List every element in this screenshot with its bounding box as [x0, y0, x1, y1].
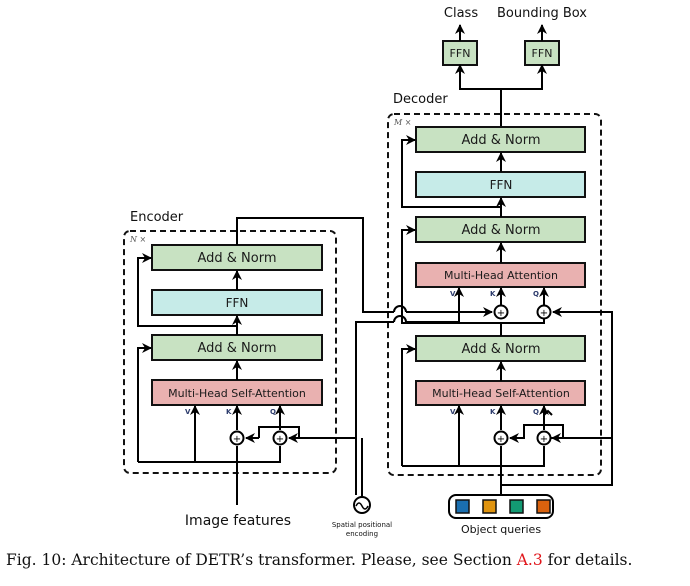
svg-text:Multi-Head Attention: Multi-Head Attention	[444, 269, 558, 282]
object-query-square	[509, 499, 524, 514]
decoder-cross-v-label: V	[450, 290, 456, 298]
decoder-cross-k-label: K	[490, 290, 496, 298]
object-queries-label: Object queries	[461, 523, 541, 536]
spatial-encoding-label-2: encoding	[346, 530, 378, 538]
encoder-title: Encoder	[130, 210, 184, 225]
decoder-repeat-label: M ×	[393, 118, 411, 127]
encoder-low-add-norm: Add & Norm	[151, 334, 323, 361]
decoder-self-q-adder: +	[536, 430, 552, 446]
svg-text:+: +	[540, 434, 548, 445]
svg-text:Add & Norm: Add & Norm	[461, 342, 540, 357]
decoder-self-v-label: V	[450, 408, 456, 416]
svg-text:Add & Norm: Add & Norm	[461, 223, 540, 238]
svg-text:FFN: FFN	[226, 296, 249, 310]
svg-text:Add & Norm: Add & Norm	[197, 341, 276, 356]
class-ffn-label: FFN	[450, 47, 471, 60]
svg-text:+: +	[233, 434, 241, 445]
encoder-q-label: Q	[270, 408, 276, 416]
decoder-self-q-label: Q	[533, 408, 539, 416]
caption-suffix: for details.	[542, 551, 633, 569]
svg-text:FFN: FFN	[490, 178, 513, 192]
encoder-k-label: K	[226, 408, 232, 416]
svg-text:+: +	[276, 434, 284, 445]
decoder-cross-q-adder: +	[536, 304, 552, 320]
svg-text:+: +	[540, 308, 548, 319]
decoder-top-add-norm: Add & Norm	[415, 126, 586, 153]
encoder-q-adder: +	[272, 430, 288, 446]
decoder-cross-k-adder: +	[493, 304, 509, 320]
svg-text:Add & Norm: Add & Norm	[197, 251, 276, 266]
decoder-cross-attention: Multi-Head Attention	[415, 262, 586, 288]
encoder-v-label: V	[185, 408, 191, 416]
figure-caption: Fig. 10: Architecture of DETR’s transfor…	[6, 551, 632, 569]
svg-text:Multi-Head Self-Attention: Multi-Head Self-Attention	[168, 387, 306, 400]
object-query-square	[536, 499, 551, 514]
object-query-square	[482, 499, 497, 514]
spatial-encoding-label-1: Spatial positional	[332, 521, 392, 529]
object-query-square	[455, 499, 470, 514]
spatial-encoding-icon	[353, 496, 371, 514]
decoder-low-add-norm: Add & Norm	[415, 335, 586, 362]
decoder-self-k-adder: +	[493, 430, 509, 446]
encoder-self-attention: Multi-Head Self-Attention	[151, 379, 323, 406]
bbox-output-label: Bounding Box	[497, 6, 587, 21]
svg-text:+: +	[497, 434, 505, 445]
class-ffn-block: FFN	[442, 40, 478, 66]
encoder-ffn: FFN	[151, 289, 323, 316]
svg-text:Multi-Head Self-Attention: Multi-Head Self-Attention	[432, 387, 570, 400]
encoder-k-adder: +	[229, 430, 245, 446]
decoder-cross-q-label: Q	[533, 290, 539, 298]
bbox-ffn-block: FFN	[524, 40, 560, 66]
svg-text:Add & Norm: Add & Norm	[461, 133, 540, 148]
caption-prefix: Fig. 10: Architecture of DETR’s transfor…	[6, 551, 517, 569]
object-queries-container	[448, 494, 554, 519]
decoder-self-attention: Multi-Head Self-Attention	[415, 380, 586, 406]
encoder-repeat-label: N ×	[129, 235, 146, 244]
class-output-label: Class	[444, 6, 478, 21]
decoder-self-k-label: K	[490, 408, 496, 416]
decoder-ffn: FFN	[415, 171, 586, 198]
decoder-title: Decoder	[393, 92, 448, 107]
bbox-ffn-label: FFN	[532, 47, 553, 60]
encoder-top-add-norm: Add & Norm	[151, 244, 323, 271]
decoder-mid-add-norm: Add & Norm	[415, 216, 586, 243]
svg-text:+: +	[497, 308, 505, 319]
image-features-label: Image features	[185, 513, 291, 529]
caption-section-link[interactable]: A.3	[517, 551, 543, 569]
detr-transformer-diagram: Class Bounding Box FFN FFN Decoder M × A…	[123, 6, 613, 538]
